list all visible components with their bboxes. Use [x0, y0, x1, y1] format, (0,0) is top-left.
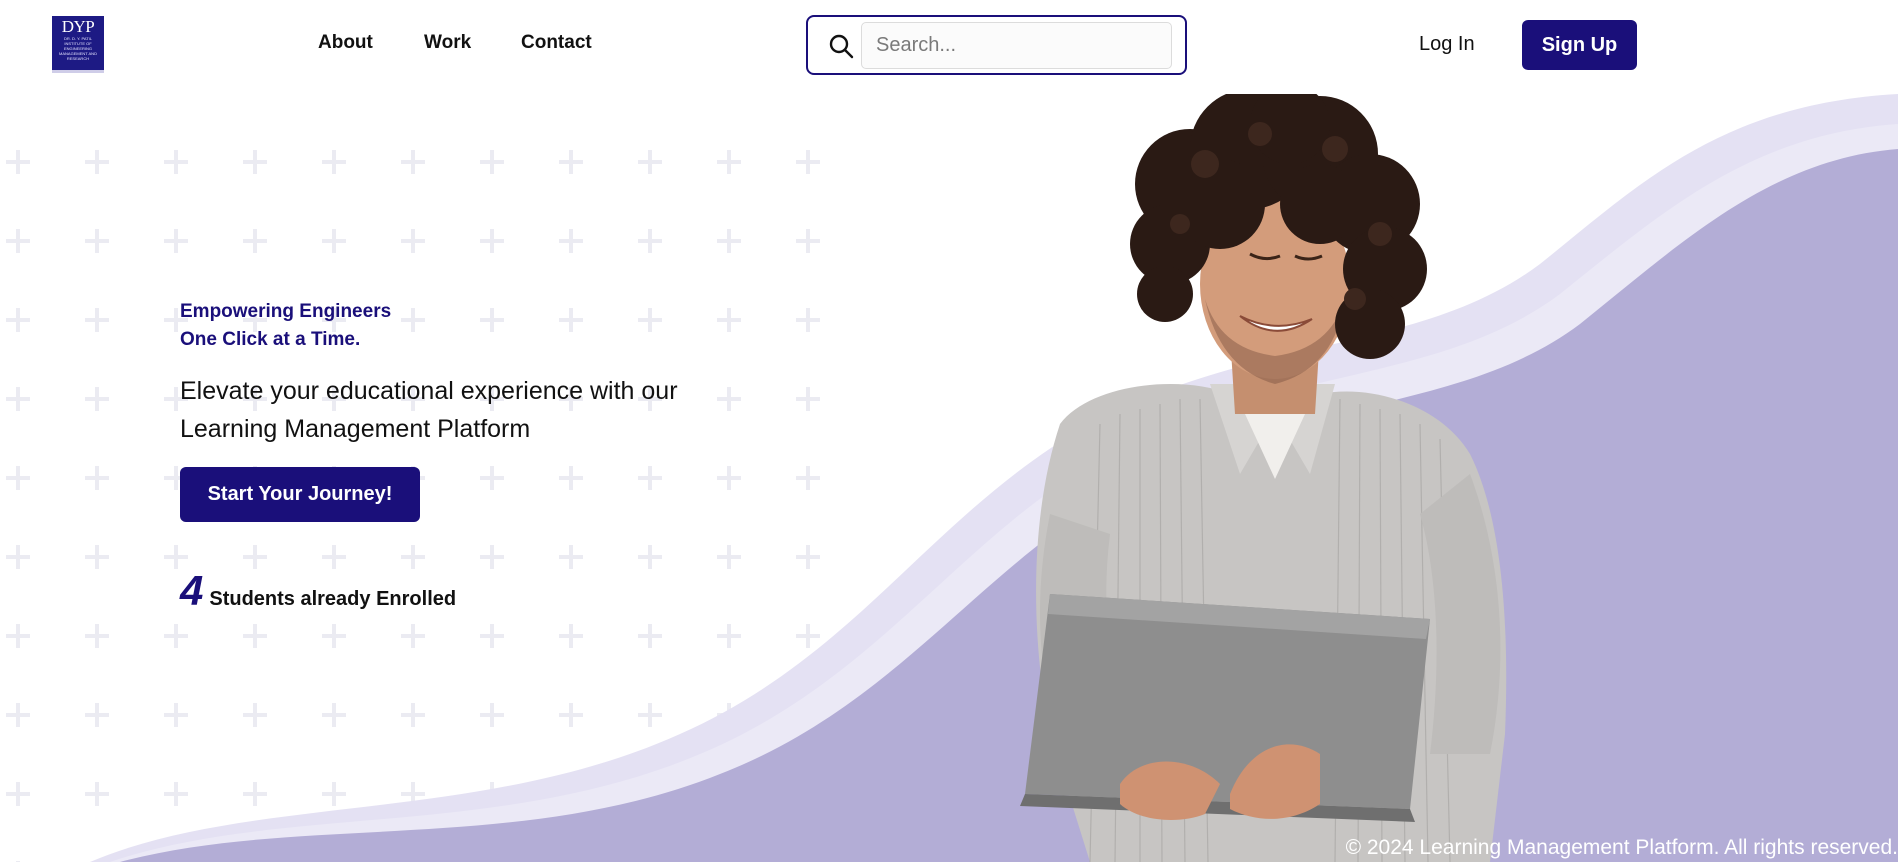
enrolled-label: Students already Enrolled: [209, 588, 457, 610]
signup-button[interactable]: Sign Up: [1522, 20, 1637, 70]
hero-tagline: Empowering Engineers One Click at a Time…: [180, 298, 391, 354]
search-input[interactable]: [861, 22, 1172, 69]
login-link[interactable]: Log In: [1419, 33, 1475, 56]
nav-link-work[interactable]: Work: [424, 32, 471, 54]
nav-link-contact[interactable]: Contact: [521, 32, 592, 54]
enrolled-count: 4: [180, 567, 204, 614]
institute-logo[interactable]: DYP DR. D. Y. PATIL INSTITUTE OF ENGINEE…: [52, 16, 104, 73]
tagline-line-1: Empowering Engineers: [180, 301, 392, 322]
search-bar: [806, 15, 1187, 75]
logo-subtext: DR. D. Y. PATIL INSTITUTE OF ENGINEERING…: [59, 36, 97, 61]
search-icon[interactable]: [828, 33, 854, 59]
logo-text: DYP: [61, 17, 95, 36]
hero-headline: Elevate your educational experience with…: [180, 377, 678, 443]
nav-link-about[interactable]: About: [318, 32, 373, 54]
start-journey-button[interactable]: Start Your Journey!: [180, 467, 420, 522]
tagline-line-2: One Click at a Time.: [180, 329, 361, 350]
footer-copyright: © 2024 Learning Management Platform. All…: [1345, 836, 1898, 859]
student-with-laptop-illustration: [1020, 94, 1507, 862]
enrolled-stat: 4 Students already Enrolled: [180, 568, 456, 614]
